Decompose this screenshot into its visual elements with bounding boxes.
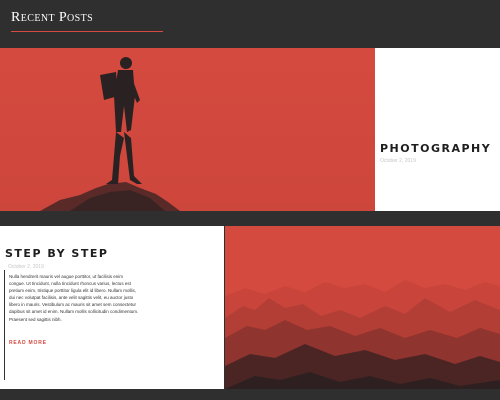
mountain-range-image[interactable]: [225, 226, 500, 389]
title-underline: [11, 31, 163, 32]
post-card-photography[interactable]: PHOTOGRAPHY October 2, 2019: [0, 48, 500, 211]
post-card-step-by-step[interactable]: STEP BY STEP October 2, 2019 Nulla hendr…: [0, 226, 500, 389]
post-date: October 2, 2019: [380, 158, 416, 164]
post-title[interactable]: STEP BY STEP: [5, 247, 108, 260]
accent-bar: [4, 270, 5, 380]
post-excerpt: Nulla hendrerit mauris vel augue porttit…: [9, 274, 139, 322]
post-info-photography: PHOTOGRAPHY October 2, 2019: [375, 48, 500, 211]
read-more-link[interactable]: READ MORE: [9, 340, 47, 346]
hiker-on-rock-image[interactable]: [0, 48, 375, 211]
post-info-step-by-step: STEP BY STEP October 2, 2019 Nulla hendr…: [0, 226, 224, 389]
post-title[interactable]: PHOTOGRAPHY: [380, 142, 491, 155]
recent-posts-header: Recent Posts: [0, 0, 500, 46]
section-title: Recent Posts: [11, 10, 94, 25]
post-date: October 2, 2019: [8, 264, 44, 270]
